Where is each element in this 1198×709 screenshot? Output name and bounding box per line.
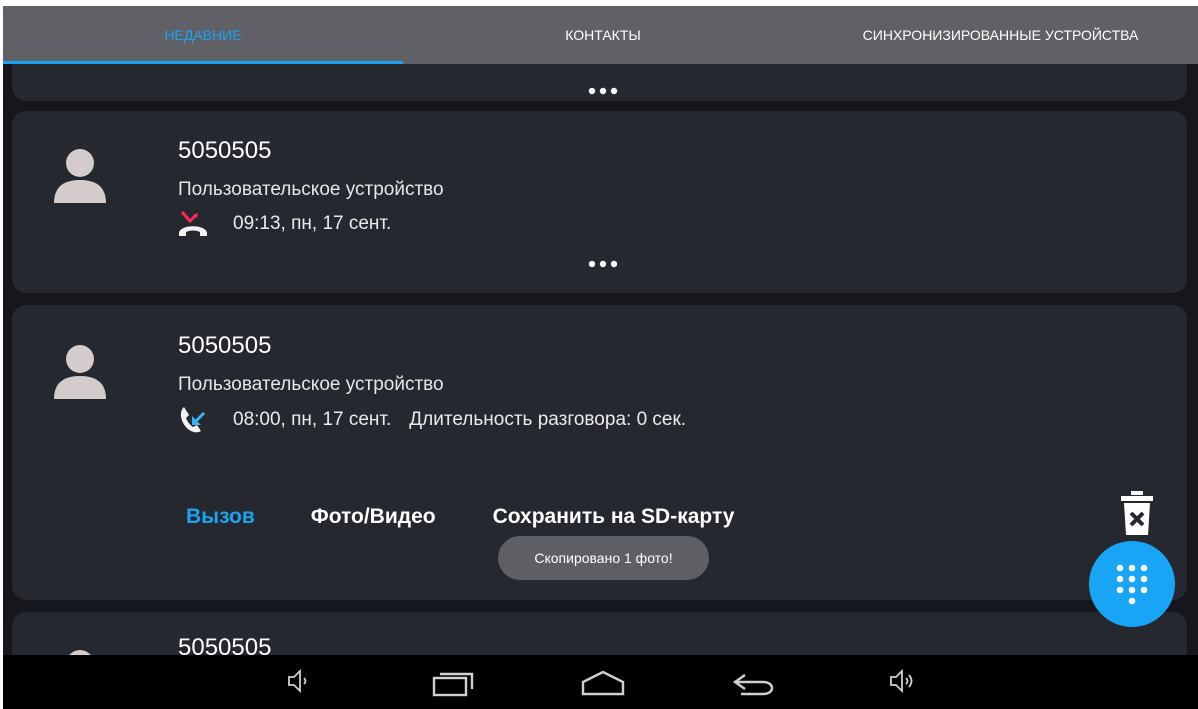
tab-synced-devices[interactable]: Синхронизированные устройства bbox=[803, 6, 1198, 64]
dialpad-icon bbox=[1116, 564, 1148, 605]
caller-device: Пользовательское устройство bbox=[178, 179, 444, 200]
tab-recent-label: Недавние bbox=[164, 27, 242, 43]
home-icon[interactable] bbox=[580, 670, 626, 696]
system-nav-bar bbox=[3, 655, 1198, 709]
call-card[interactable]: 5050505 Пользовательское устройство 09:1… bbox=[12, 111, 1187, 293]
volume-down-icon[interactable] bbox=[286, 667, 310, 695]
call-card[interactable]: 5050505 bbox=[12, 612, 1187, 655]
trash-icon[interactable] bbox=[1121, 491, 1153, 535]
app-screen: Недавние Контакты Синхронизированные уст… bbox=[3, 6, 1198, 709]
tab-recent[interactable]: Недавние bbox=[3, 6, 403, 64]
call-button[interactable]: Вызов bbox=[186, 505, 255, 529]
caller-device: Пользовательское устройство bbox=[178, 374, 444, 395]
person-icon bbox=[69, 650, 91, 655]
call-time: 08:00, пн, 17 сент. bbox=[233, 409, 392, 430]
call-info: 08:00, пн, 17 сент. Длительность разгово… bbox=[178, 405, 686, 435]
person-icon bbox=[54, 149, 106, 203]
dialpad-button[interactable] bbox=[1089, 541, 1175, 627]
call-actions: Вызов Фото/Видео Сохранить на SD-карту bbox=[186, 501, 734, 533]
tab-contacts[interactable]: Контакты bbox=[403, 6, 803, 64]
photo-video-button[interactable]: Фото/Видео bbox=[311, 505, 436, 529]
more-dots-icon[interactable] bbox=[587, 86, 619, 96]
more-dots-icon[interactable] bbox=[587, 259, 619, 269]
call-info: 09:13, пн, 17 сент. bbox=[178, 209, 391, 239]
call-card[interactable] bbox=[12, 64, 1187, 101]
tab-bar: Недавние Контакты Синхронизированные уст… bbox=[3, 6, 1198, 64]
volume-up-icon[interactable] bbox=[888, 667, 916, 695]
tab-synced-devices-label: Синхронизированные устройства bbox=[862, 27, 1139, 43]
caller-number: 5050505 bbox=[178, 137, 272, 164]
caller-number: 5050505 bbox=[178, 634, 272, 655]
call-duration: Длительность разговора: 0 сек. bbox=[409, 409, 687, 430]
tab-contacts-label: Контакты bbox=[565, 27, 641, 43]
caller-number: 5050505 bbox=[178, 332, 272, 359]
toast-message: Скопировано 1 фото! bbox=[498, 536, 709, 580]
recent-apps-icon[interactable] bbox=[432, 671, 476, 697]
missed-call-icon bbox=[179, 211, 207, 236]
call-time: 09:13, пн, 17 сент. bbox=[233, 213, 392, 234]
person-icon bbox=[54, 345, 106, 399]
incoming-call-icon bbox=[180, 407, 206, 433]
save-to-sd-button[interactable]: Сохранить на SD-карту bbox=[493, 505, 735, 529]
back-icon[interactable] bbox=[731, 671, 777, 697]
